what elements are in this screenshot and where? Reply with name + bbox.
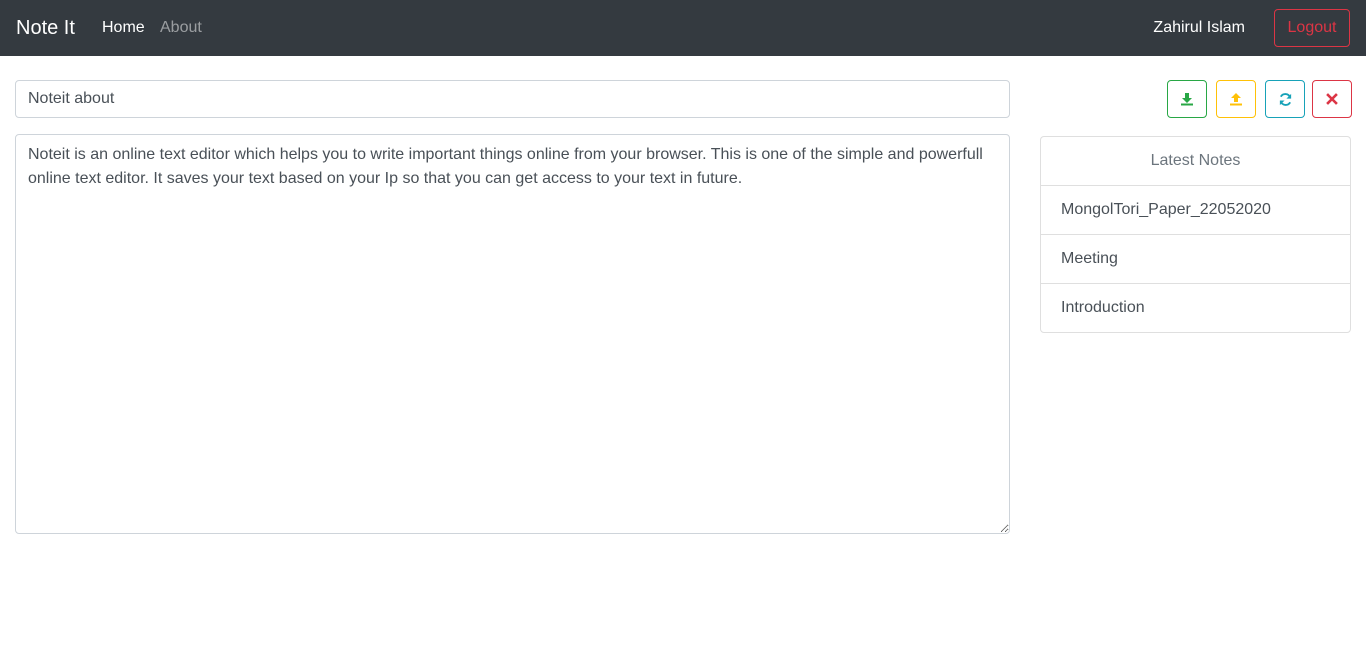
download-button[interactable] [1167, 80, 1207, 118]
note-list-item[interactable]: MongolTori_Paper_22052020 [1041, 186, 1350, 235]
nav-link-about[interactable]: About [160, 18, 202, 38]
brand-logo[interactable]: Note It [16, 16, 75, 40]
download-icon [1181, 93, 1193, 106]
close-icon [1326, 93, 1338, 105]
logout-button[interactable]: Logout [1274, 9, 1350, 47]
navbar: Note It Home About Zahirul Islam Logout [0, 0, 1366, 56]
latest-notes-panel: Latest Notes MongolTori_Paper_22052020 M… [1040, 136, 1351, 333]
upload-icon [1230, 93, 1242, 106]
username: Zahirul Islam [1153, 19, 1245, 36]
refresh-button[interactable] [1265, 80, 1305, 118]
note-content-textarea[interactable]: Noteit is an online text editor which he… [15, 134, 1010, 534]
upload-button[interactable] [1216, 80, 1256, 118]
latest-notes-header: Latest Notes [1041, 137, 1350, 186]
note-list-item[interactable]: Meeting [1041, 235, 1350, 284]
note-title-input[interactable] [15, 80, 1010, 118]
nav-link-home[interactable]: Home [102, 18, 145, 38]
delete-button[interactable] [1312, 80, 1352, 118]
refresh-icon [1279, 92, 1291, 106]
note-list-item[interactable]: Introduction [1041, 284, 1350, 332]
